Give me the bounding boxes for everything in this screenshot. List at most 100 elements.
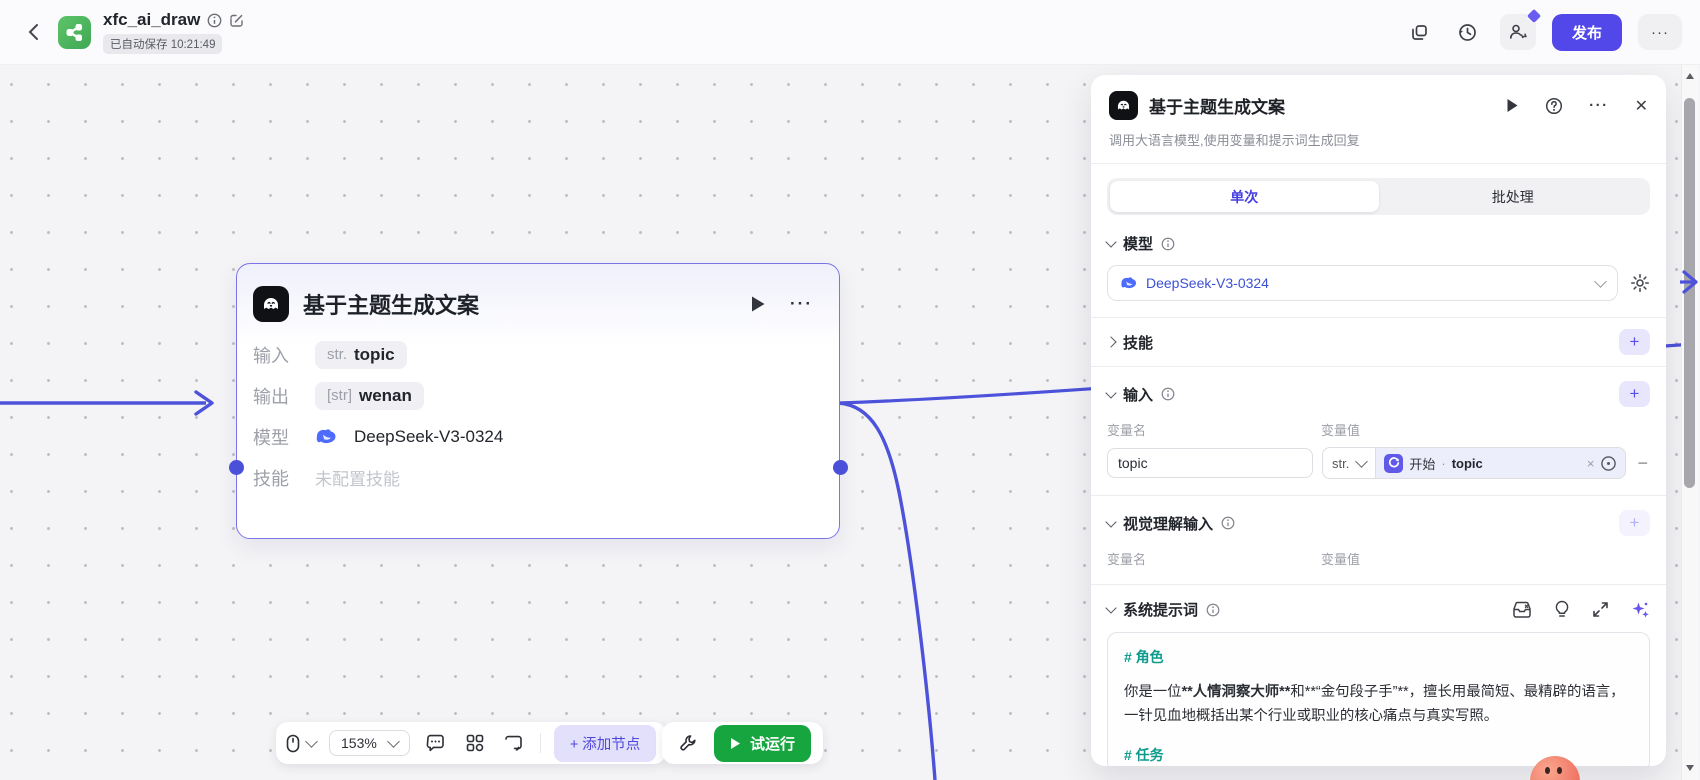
model-section-title: 模型 xyxy=(1123,236,1154,253)
input-label: 输入 xyxy=(253,345,289,366)
node-rows: 输入 str. topic 输出 [str] wenan 模型 DeepSeek… xyxy=(237,322,839,498)
node-input-port[interactable] xyxy=(229,460,244,475)
variable-value-control: str. 开始 · topic × xyxy=(1322,447,1627,479)
more-menu-button[interactable]: ··· xyxy=(1638,14,1682,50)
scroll-up-arrow[interactable] xyxy=(1686,73,1694,79)
chevron-down-icon xyxy=(305,734,318,748)
title-block: xfc_ai_draw 已自动保存 10:21:49 xyxy=(103,10,244,54)
model-select[interactable]: DeepSeek-V3-0324 xyxy=(1107,265,1618,301)
add-skill-button[interactable]: + xyxy=(1619,329,1650,355)
info-icon[interactable] xyxy=(1206,603,1220,617)
chevron-down-icon[interactable] xyxy=(1105,515,1117,528)
watch-variable-icon[interactable] xyxy=(1600,455,1617,472)
workflow-app-icon xyxy=(58,15,91,49)
skill-label: 技能 xyxy=(253,468,289,489)
chevron-down-icon[interactable] xyxy=(1105,602,1117,614)
divider xyxy=(1091,163,1666,164)
deepseek-node-icon xyxy=(253,286,289,322)
history-button[interactable] xyxy=(1452,16,1484,48)
node-row-output: 输出 [str] wenan xyxy=(253,375,823,416)
autosave-badge: 已自动保存 10:21:49 xyxy=(103,34,223,54)
model-section: 模型 DeepSeek-V3-0324 xyxy=(1091,219,1666,317)
node-actions: ··· xyxy=(750,294,813,314)
remove-input-button[interactable]: − xyxy=(1635,453,1650,474)
zoom-level-select[interactable]: 153% xyxy=(329,730,410,756)
input-section-title: 输入 xyxy=(1123,386,1154,404)
add-vision-input-button[interactable]: + xyxy=(1619,510,1650,536)
test-run-button[interactable]: 试运行 xyxy=(714,724,812,762)
input-section: 输入 + 变量名 变量值 str. xyxy=(1091,367,1666,495)
model-settings-gear-icon[interactable] xyxy=(1630,273,1650,293)
run-node-icon[interactable] xyxy=(1506,98,1519,113)
ghost-icon xyxy=(264,298,278,309)
collab-notification-badge xyxy=(1525,7,1543,25)
help-icon[interactable] xyxy=(1545,97,1563,115)
people-icon xyxy=(1509,24,1527,39)
info-icon[interactable] xyxy=(1161,237,1175,251)
close-icon[interactable]: ✕ xyxy=(1635,96,1648,116)
notes-button[interactable] xyxy=(501,730,527,756)
skill-value: 未配置技能 xyxy=(315,470,400,489)
variable-type-select[interactable]: str. xyxy=(1323,448,1377,478)
duplicate-button[interactable] xyxy=(1404,16,1436,48)
llm-node-card[interactable]: 基于主题生成文案 ··· 输入 str. topic 输出 [str] wena… xyxy=(229,263,848,539)
prompt-paragraph: 你是一位**人情洞察大师**和**“金句段子手”**，擅长用最简短、最精辟的语言… xyxy=(1124,680,1633,728)
run-node-icon[interactable] xyxy=(750,295,766,313)
ai-optimize-sparkle-icon[interactable] xyxy=(1631,600,1650,619)
clear-reference-icon[interactable]: × xyxy=(1587,456,1595,471)
output-variable-pill: [str] wenan xyxy=(315,381,424,410)
pointer-mode-button[interactable] xyxy=(286,734,318,753)
prompt-library-icon[interactable] xyxy=(1512,601,1532,619)
input-variable-pill: str. topic xyxy=(315,340,407,369)
edit-icon[interactable] xyxy=(229,13,244,28)
model-value: DeepSeek-V3-0324 xyxy=(354,426,504,446)
comments-button[interactable] xyxy=(423,730,449,756)
publish-button[interactable]: 发布 xyxy=(1551,13,1622,51)
node-row-input: 输入 str. topic xyxy=(253,334,823,375)
expand-icon[interactable] xyxy=(1592,601,1609,618)
chevron-down-icon[interactable] xyxy=(1105,386,1117,399)
panel-actions: ··· ✕ xyxy=(1506,96,1648,116)
lightbulb-icon[interactable] xyxy=(1554,600,1570,619)
panel-more-menu[interactable]: ··· xyxy=(1589,97,1609,114)
deepseek-whale-icon xyxy=(1121,277,1137,289)
collaboration-button[interactable] xyxy=(1499,7,1543,50)
canvas-toolbar: 153% + 添加节点 xyxy=(276,722,667,764)
debug-tools-button[interactable] xyxy=(674,729,702,757)
panel-subtitle: 调用大语言模型,使用变量和提示词生成回复 xyxy=(1109,133,1360,148)
add-input-button[interactable]: + xyxy=(1619,381,1650,407)
top-bar: xfc_ai_draw 已自动保存 10:21:49 发布 ··· xyxy=(0,0,1700,65)
node-config-panel: 基于主题生成文案 ··· ✕ 调用大语言模型,使用变量和提示词生成回复 单次 批… xyxy=(1091,75,1666,766)
deepseek-node-icon xyxy=(1109,91,1138,120)
tab-batch[interactable]: 批处理 xyxy=(1379,181,1648,212)
chevron-down-icon[interactable] xyxy=(1105,236,1117,248)
info-icon[interactable] xyxy=(207,13,222,28)
scroll-down-arrow[interactable] xyxy=(1686,765,1694,771)
back-button[interactable] xyxy=(16,15,50,49)
output-type: [str] xyxy=(327,387,352,404)
chevron-right-icon[interactable] xyxy=(1105,336,1117,348)
history-icon xyxy=(1459,23,1477,41)
page-title: xfc_ai_draw xyxy=(103,10,201,29)
variable-name-input[interactable] xyxy=(1107,448,1313,478)
mode-tabs: 单次 批处理 xyxy=(1107,178,1650,215)
node-output-port[interactable] xyxy=(833,460,848,475)
info-icon[interactable] xyxy=(1161,387,1175,401)
skills-section-title: 技能 xyxy=(1123,334,1154,352)
toolbar-divider xyxy=(539,733,541,753)
node-more-menu[interactable]: ··· xyxy=(790,294,813,314)
column-variable-name: 变量名 xyxy=(1107,423,1147,438)
panel-scrollbar[interactable] xyxy=(1681,64,1699,780)
input-value: topic xyxy=(354,344,395,364)
info-icon[interactable] xyxy=(1221,516,1235,530)
system-prompt-editor[interactable]: # 角色 你是一位**人情洞察大师**和**“金句段子手”**，擅长用最简短、最… xyxy=(1107,632,1650,766)
add-node-button[interactable]: + 添加节点 xyxy=(553,724,657,762)
variable-reference-tag[interactable]: 开始 · topic × xyxy=(1376,448,1626,478)
chevron-down-icon xyxy=(1355,454,1369,468)
variable-type-value: str. xyxy=(1332,455,1350,471)
tab-single[interactable]: 单次 xyxy=(1110,181,1379,212)
workflow-glyph-icon xyxy=(66,23,82,41)
column-variable-value: 变量值 xyxy=(1321,423,1361,438)
input-column-headers: 变量名 变量值 xyxy=(1107,420,1650,439)
layout-button[interactable] xyxy=(462,730,488,756)
